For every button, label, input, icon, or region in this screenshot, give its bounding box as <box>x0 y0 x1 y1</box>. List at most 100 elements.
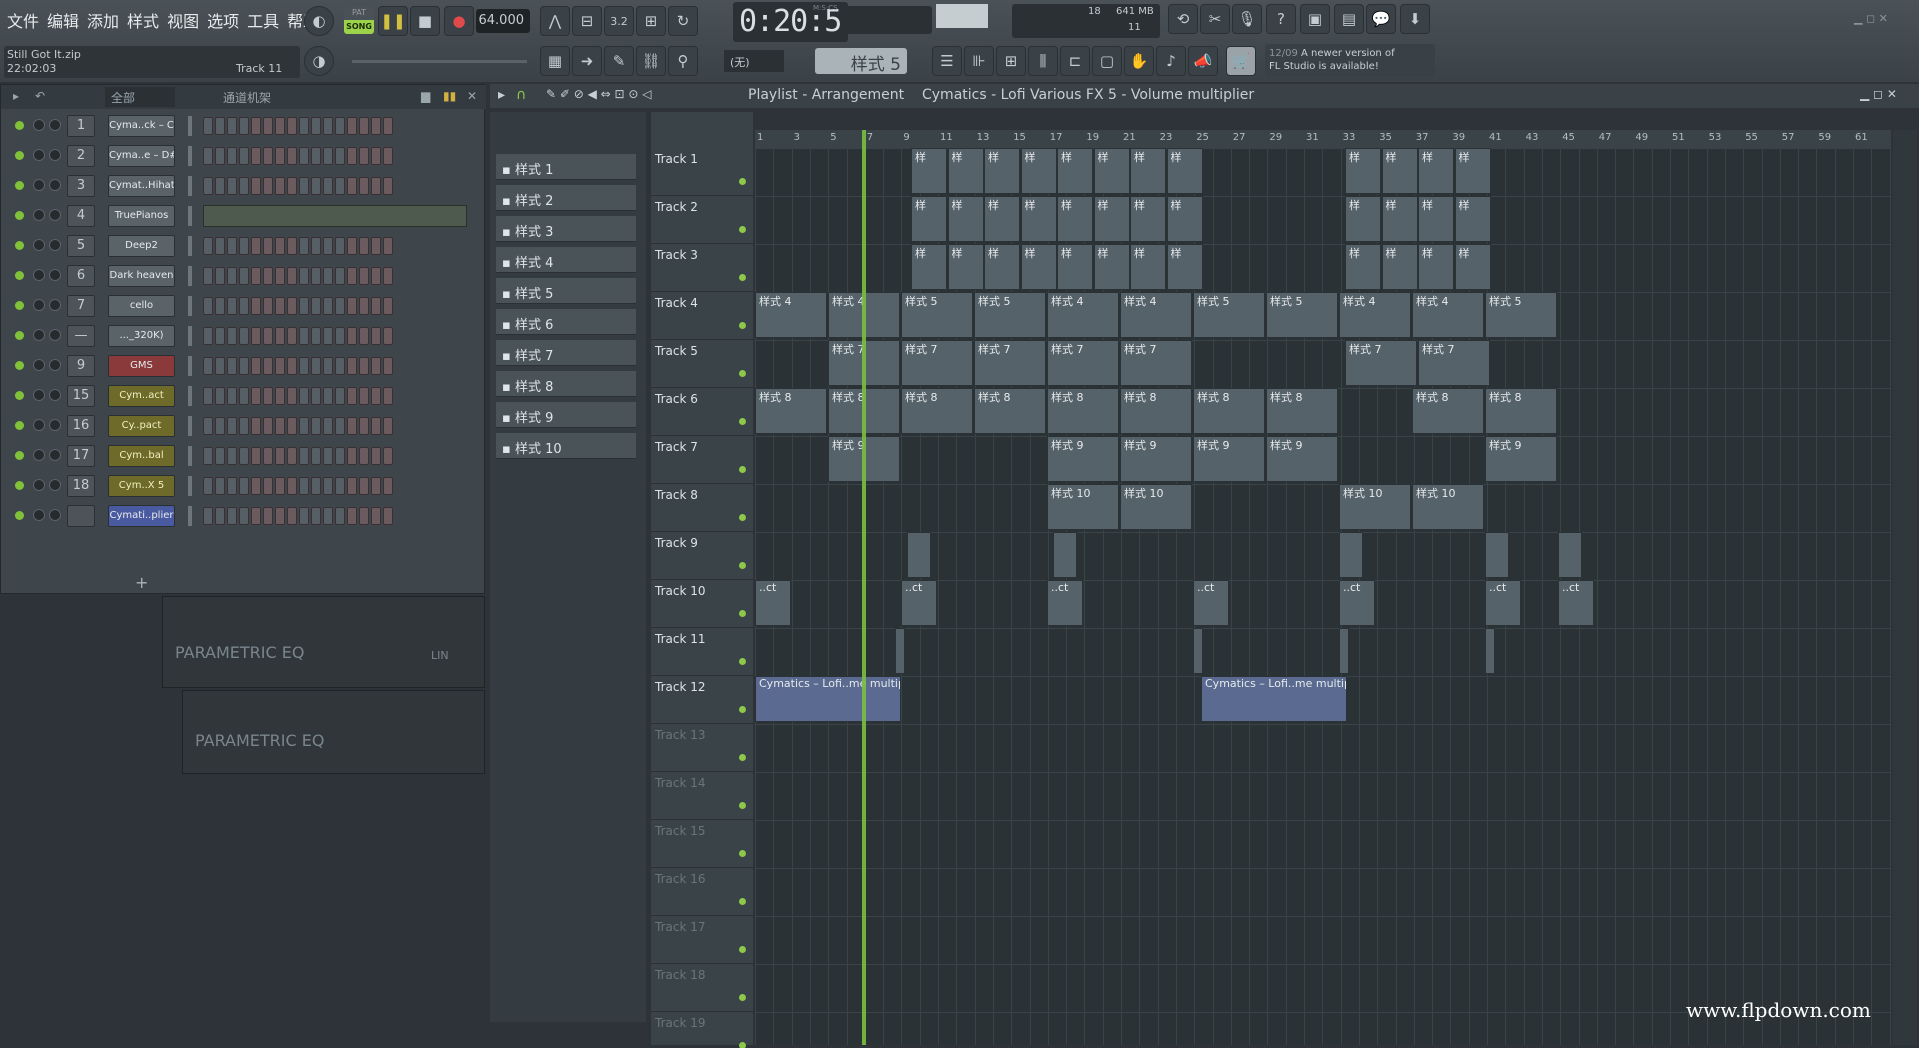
playlist-clip[interactable]: 样 <box>1093 148 1130 194</box>
playlist-clip[interactable]: 样式 7 <box>1418 340 1490 386</box>
channel-select-indicator[interactable] <box>188 116 192 136</box>
step-button[interactable] <box>215 417 225 435</box>
export-icon[interactable]: ▤ <box>1334 4 1364 34</box>
step-button[interactable] <box>275 297 285 315</box>
playlist-clip[interactable] <box>907 532 931 578</box>
channel-name-button[interactable]: Cyma..ck – C <box>108 115 175 137</box>
step-button[interactable] <box>263 507 273 525</box>
menu-tools[interactable]: 工具 <box>244 8 282 32</box>
channel-select-indicator[interactable] <box>188 296 192 316</box>
step-button[interactable] <box>227 357 237 375</box>
step-button[interactable] <box>251 507 261 525</box>
track-mute-led[interactable] <box>739 802 746 809</box>
channel-name-button[interactable]: Cyma..e – D# <box>108 145 175 167</box>
step-button[interactable] <box>359 447 369 465</box>
step-button[interactable] <box>383 147 393 165</box>
playlist-clip[interactable]: 样 <box>984 244 1020 290</box>
step-button[interactable] <box>251 447 261 465</box>
playlist-clip[interactable]: 样式 5 <box>1266 292 1338 338</box>
pattern-picker-item[interactable]: ▪ 样式 8 <box>496 371 636 397</box>
step-button[interactable] <box>251 237 261 255</box>
pattern-picker-item[interactable]: ▪ 样式 9 <box>496 402 636 428</box>
step-button[interactable] <box>383 447 393 465</box>
step-button[interactable] <box>299 507 309 525</box>
playlist-clip[interactable] <box>895 628 905 674</box>
save-icon[interactable]: ▣ <box>1300 4 1330 34</box>
rack-filter-select[interactable]: 全部 <box>105 87 175 107</box>
step-button[interactable] <box>371 117 381 135</box>
step-button[interactable] <box>263 387 273 405</box>
step-button[interactable] <box>335 177 345 195</box>
step-button[interactable] <box>203 177 213 195</box>
step-button[interactable] <box>371 237 381 255</box>
pattern-picker-item[interactable]: ▪ 样式 1 <box>496 154 636 180</box>
playlist-icon[interactable]: ☰ <box>932 46 962 76</box>
channel-pan-knob[interactable] <box>33 419 45 431</box>
step-button[interactable] <box>359 387 369 405</box>
track-mute-led[interactable] <box>739 658 746 665</box>
playlist-clip[interactable]: 样式 9 <box>1120 436 1192 482</box>
menu-view[interactable]: 视图 <box>164 8 202 32</box>
track-mute-led[interactable] <box>739 274 746 281</box>
channel-volume-knob[interactable] <box>49 449 61 461</box>
step-button[interactable] <box>215 477 225 495</box>
playlist-clip[interactable] <box>1485 532 1509 578</box>
step-button[interactable] <box>239 327 249 345</box>
playlist-clip[interactable]: 样 <box>1166 148 1203 194</box>
stamp-icon[interactable]: ⚲ <box>668 46 698 76</box>
playlist-clip[interactable]: 样式 8 <box>1193 388 1265 434</box>
step-button[interactable] <box>371 327 381 345</box>
menu-add[interactable]: 添加 <box>84 8 122 32</box>
step-button[interactable] <box>371 417 381 435</box>
channel-select-indicator[interactable] <box>188 476 192 496</box>
playlist-window-controls[interactable]: ▁ ◻ ✕ <box>1860 87 1897 101</box>
playlist-clip[interactable]: 样式 9 <box>1266 436 1338 482</box>
step-button[interactable] <box>323 267 333 285</box>
playlist-clip[interactable]: Cymatics – Lofi..me multiplier <box>755 676 901 722</box>
step-button[interactable] <box>227 117 237 135</box>
step-button[interactable] <box>359 147 369 165</box>
playlist-clip[interactable]: 样 <box>1166 196 1203 242</box>
track-header[interactable]: Track 13 <box>651 724 753 772</box>
step-button[interactable] <box>239 177 249 195</box>
channel-name-button[interactable]: Deep2 <box>108 235 175 257</box>
mic-icon[interactable]: 🎙 <box>1232 4 1262 34</box>
channel-row[interactable]: 17 Cym..bal <box>11 443 479 469</box>
step-button[interactable] <box>383 417 393 435</box>
channel-mute-led[interactable] <box>15 391 24 400</box>
channel-mute-led[interactable] <box>15 361 24 370</box>
time-display[interactable]: 0:20:51 M:S:CS <box>733 2 859 42</box>
step-button[interactable] <box>251 267 261 285</box>
playlist-clip[interactable]: 样 <box>1020 196 1057 242</box>
step-button[interactable] <box>371 267 381 285</box>
record-icon[interactable]: ● <box>444 6 474 36</box>
step-button[interactable] <box>335 297 345 315</box>
step-button[interactable] <box>335 507 345 525</box>
step-button[interactable] <box>335 387 345 405</box>
step-button[interactable] <box>263 357 273 375</box>
channel-pan-knob[interactable] <box>33 119 45 131</box>
step-button[interactable] <box>275 387 285 405</box>
playlist-clip[interactable]: 样式 4 <box>1120 292 1192 338</box>
playlist-clip[interactable]: ..ct <box>1485 580 1521 626</box>
playlist-clip[interactable]: 样 <box>1020 148 1057 194</box>
step-button[interactable] <box>383 177 393 195</box>
step-button[interactable] <box>275 237 285 255</box>
channel-volume-knob[interactable] <box>49 149 61 161</box>
playlist-clip[interactable]: 样式 8 <box>1047 388 1119 434</box>
playlist-clip[interactable]: 样式 10 <box>1120 484 1192 530</box>
playlist-clip[interactable] <box>1053 532 1077 578</box>
channel-select-indicator[interactable] <box>188 356 192 376</box>
track-mute-led[interactable] <box>739 994 746 1001</box>
channel-pan-knob[interactable] <box>33 329 45 341</box>
step-button[interactable] <box>287 447 297 465</box>
playlist-clip[interactable]: 样式 4 <box>1412 292 1484 338</box>
undo-icon[interactable]: ⟲ <box>1168 4 1198 34</box>
playlist-clip[interactable]: 样 <box>1020 244 1057 290</box>
step-button[interactable] <box>335 447 345 465</box>
playlist-clip[interactable]: 样式 9 <box>1047 436 1119 482</box>
step-button[interactable] <box>383 507 393 525</box>
pattern-picker-item[interactable]: ▪ 样式 4 <box>496 247 636 273</box>
step-button[interactable] <box>299 147 309 165</box>
step-button[interactable] <box>227 477 237 495</box>
